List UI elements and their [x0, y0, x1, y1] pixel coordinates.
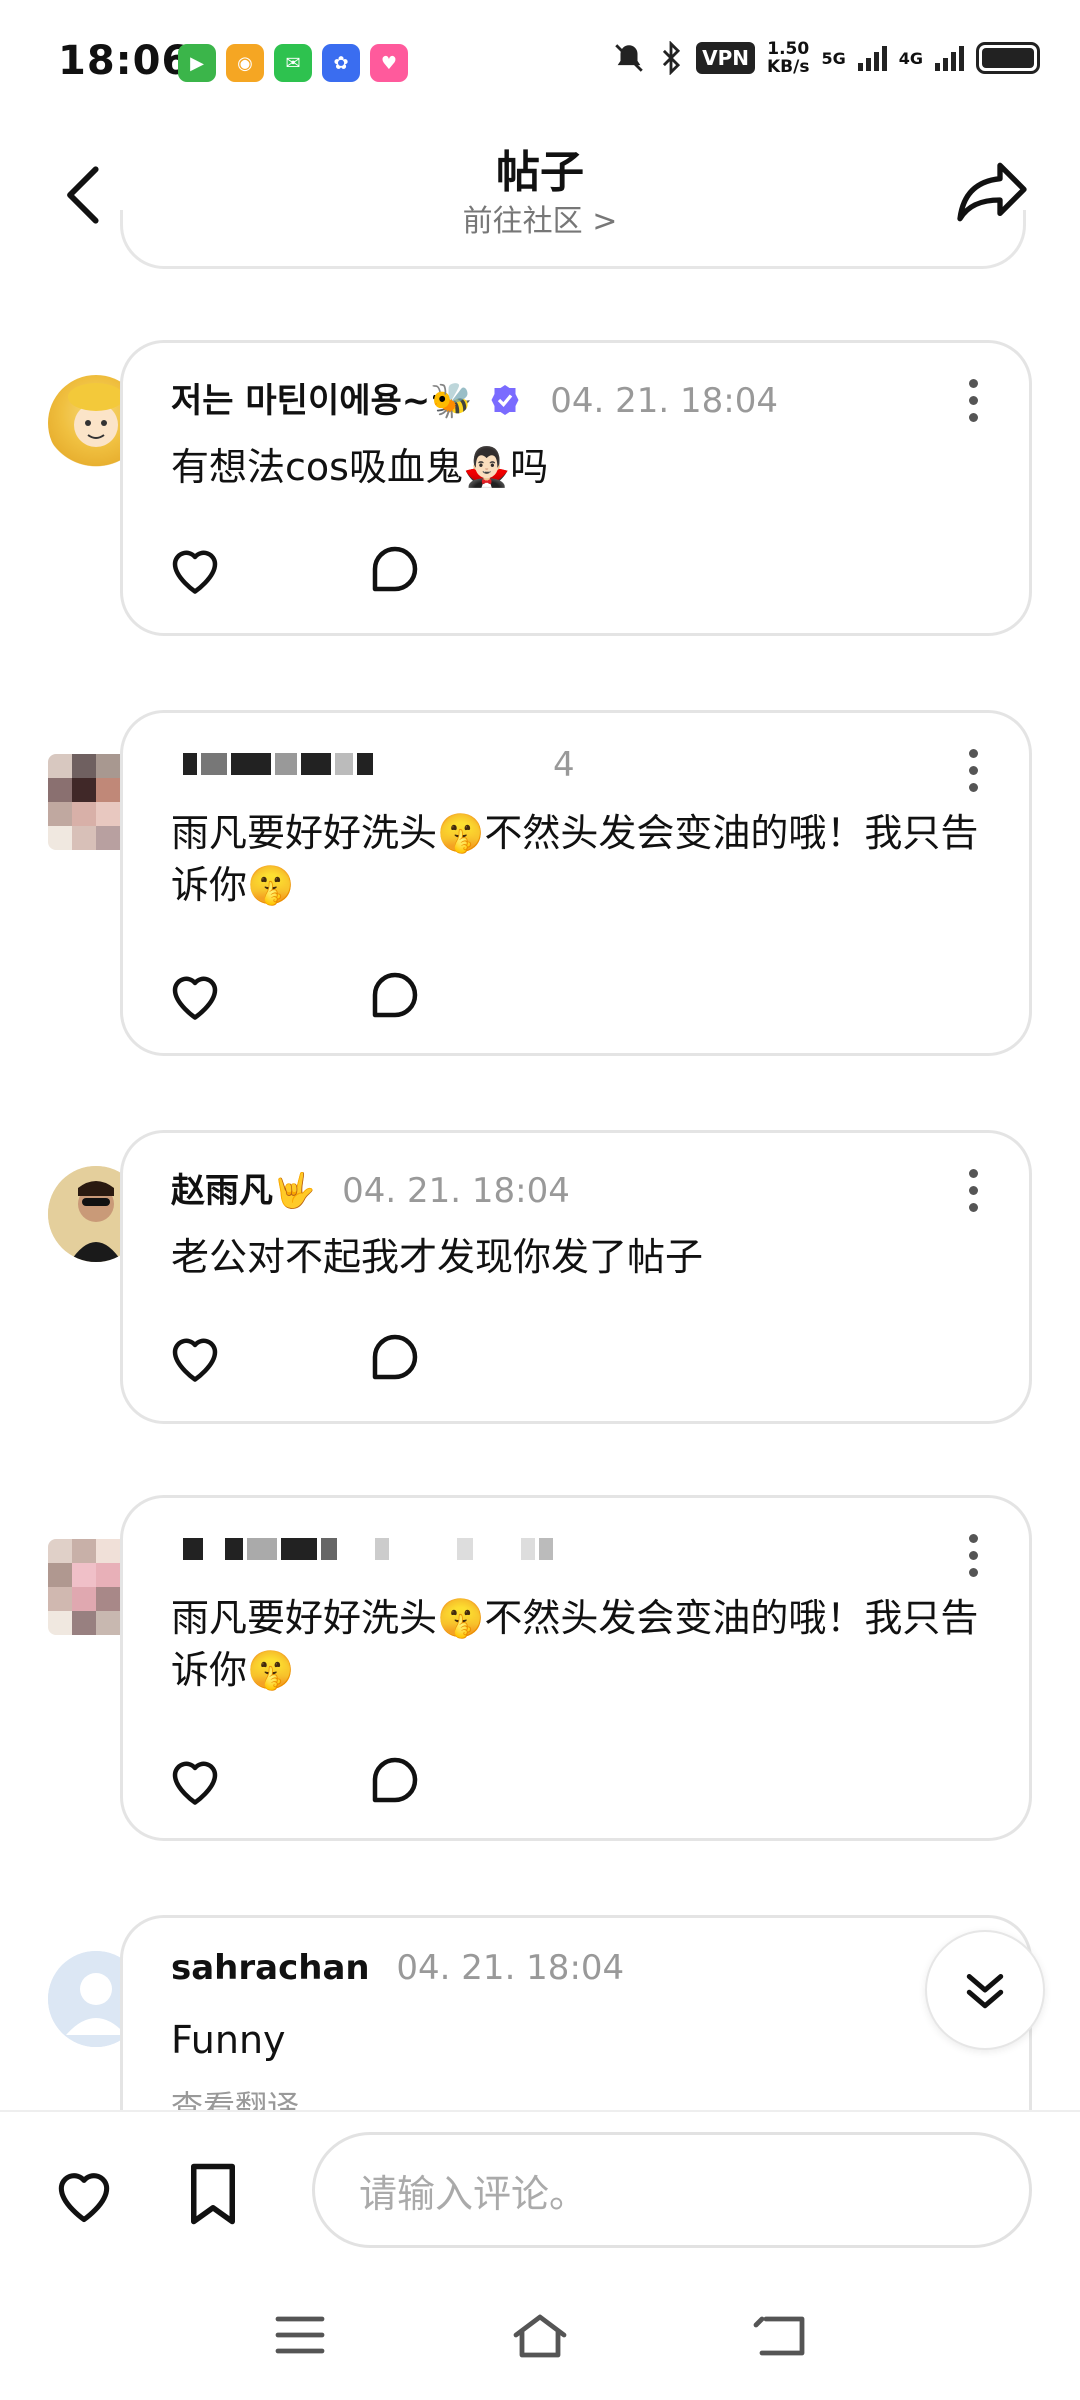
- notification-icons: ▶ ◉ ✉ ✿ ♥: [178, 44, 408, 82]
- weibo-icon: ◉: [226, 44, 264, 82]
- status-time: 18:06: [58, 38, 191, 84]
- more-options-icon[interactable]: [967, 749, 979, 793]
- comment-actions: [165, 1327, 425, 1387]
- network-speed: 1.50 KB/s: [767, 40, 809, 76]
- more-options-icon[interactable]: [967, 1169, 979, 1213]
- baidu-icon: ✿: [322, 44, 360, 82]
- previous-card-edge: [120, 210, 1026, 269]
- page-title: 帖子: [496, 147, 584, 198]
- comment-meta: sahrachan 04. 21. 18:04: [171, 1948, 624, 1988]
- status-bar: 18:06 ▶ ◉ ✉ ✿ ♥ VPN 1.50 KB/s 5G 4G: [0, 0, 1080, 130]
- back-nav-icon[interactable]: [750, 2308, 810, 2362]
- view-translation-link[interactable]: 查看翻译: [171, 2082, 299, 2110]
- comment-username[interactable]: 저는 마틴이에용~🐝: [171, 381, 473, 421]
- menu-icon[interactable]: [270, 2308, 330, 2362]
- comment-input[interactable]: 请输入评论。: [312, 2132, 1032, 2248]
- bluetooth-icon: [663, 41, 681, 75]
- comment-meta: 赵雨凡🤟 04. 21. 18:04: [171, 1163, 570, 1212]
- shopping-app-icon: ♥: [370, 44, 408, 82]
- vpn-badge: VPN: [696, 42, 755, 74]
- redacted-username: [183, 1538, 553, 1568]
- comment-time: 04. 21. 18:04: [550, 381, 778, 421]
- like-heart-icon[interactable]: [165, 539, 225, 599]
- reply-bubble-icon[interactable]: [365, 1750, 425, 1810]
- comment-meta: 저는 마틴이에용~🐝 04. 21. 18:04: [171, 373, 778, 422]
- comment-time: 4: [553, 745, 575, 785]
- more-options-icon[interactable]: [967, 379, 979, 423]
- double-chevron-down-icon: [966, 1974, 1004, 2009]
- comment-card: 赵雨凡🤟 04. 21. 18:04 老公对不起我才发现你发了帖子: [120, 1130, 1032, 1424]
- reply-bubble-icon[interactable]: [365, 539, 425, 599]
- wechat-icon: ✉: [274, 44, 312, 82]
- like-heart-icon[interactable]: [165, 1327, 225, 1387]
- comment-username[interactable]: 赵雨凡🤟: [171, 1171, 315, 1211]
- scroll-to-bottom-button[interactable]: [925, 1930, 1045, 2050]
- game-app-icon: ▶: [178, 44, 216, 82]
- signal-icon: [857, 45, 887, 71]
- comment-text: 雨凡要好好洗头🤫不然头发会变油的哦！我只告诉你🤫: [171, 811, 979, 907]
- signal-icon-2: [935, 45, 964, 71]
- bookmark-icon[interactable]: [180, 2158, 246, 2230]
- comment-actions: [165, 539, 425, 599]
- bottom-action-bar: 请输入评论。: [0, 2110, 1080, 2272]
- comment-username[interactable]: sahrachan: [171, 1948, 370, 1988]
- net-type-2: 4G: [898, 48, 923, 68]
- verified-badge-icon: [491, 385, 519, 415]
- comment-time: 04. 21. 18:04: [396, 1948, 625, 1988]
- home-icon[interactable]: [510, 2308, 570, 2362]
- reply-bubble-icon[interactable]: [365, 1327, 425, 1387]
- battery-icon: [976, 42, 1040, 74]
- like-heart-icon[interactable]: [165, 1750, 225, 1810]
- comment-item: sahrachan 04. 21. 18:04 Funny 查看翻译: [0, 1915, 1080, 2110]
- comment-actions: [165, 965, 425, 1025]
- more-options-icon[interactable]: [967, 1534, 979, 1578]
- comment-time: 04. 21. 18:04: [342, 1171, 570, 1211]
- system-nav-bar: [0, 2270, 1080, 2400]
- redacted-username: [183, 753, 373, 783]
- comment-text: 老公对不起我才发现你发了帖子: [171, 1235, 704, 1279]
- status-right: VPN 1.50 KB/s 5G 4G: [612, 40, 1040, 76]
- comment-card: 저는 마틴이에용~🐝 04. 21. 18:04 有想法cos吸血鬼🧛🏻‍♂️吗: [120, 340, 1032, 636]
- comment-text: Funny: [171, 2018, 286, 2062]
- post-like-heart-icon[interactable]: [48, 2160, 120, 2228]
- comment-actions: [165, 1750, 425, 1810]
- comment-card: 4 雨凡要好好洗头🤫不然头发会变油的哦！我只告诉你🤫: [120, 710, 1032, 1056]
- reply-bubble-icon[interactable]: [365, 965, 425, 1025]
- net-type-1: 5G: [821, 48, 846, 68]
- mute-bell-icon: [615, 44, 643, 72]
- speed-value: 1.50: [767, 39, 810, 59]
- comment-card: sahrachan 04. 21. 18:04 Funny 查看翻译: [120, 1915, 1032, 2110]
- like-heart-icon[interactable]: [165, 965, 225, 1025]
- comment-text: 雨凡要好好洗头🤫不然头发会变油的哦！我只告诉你🤫: [171, 1596, 979, 1692]
- comment-text: 有想法cos吸血鬼🧛🏻‍♂️吗: [171, 445, 549, 489]
- comment-card: 雨凡要好好洗头🤫不然头发会变油的哦！我只告诉你🤫: [120, 1495, 1032, 1841]
- speed-unit: KB/s: [767, 57, 810, 77]
